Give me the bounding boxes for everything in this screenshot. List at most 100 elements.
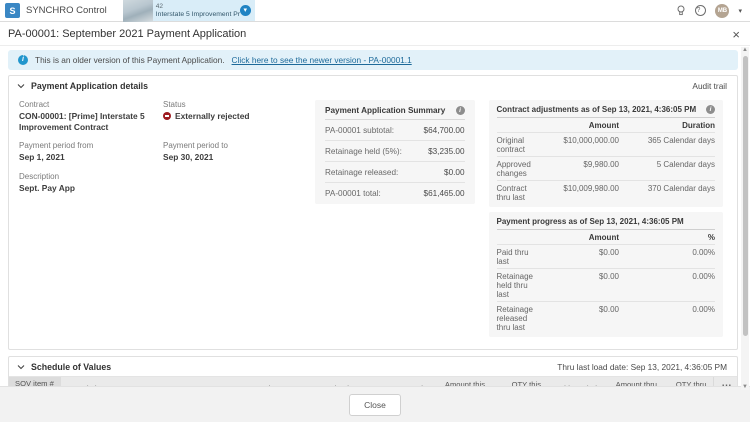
payment-application-details-section: Payment Application details Audit trail … <box>8 75 738 350</box>
page-scrollbar[interactable]: ▲ ▼ <box>741 47 749 390</box>
description-field: Description Sept. Pay App <box>19 172 161 194</box>
summary-row-value: $64,700.00 <box>424 126 465 135</box>
close-button[interactable]: Close <box>349 394 401 416</box>
progress-row-amount: $0.00 <box>533 272 619 299</box>
avatar[interactable]: MB <box>715 4 729 18</box>
adjustments-row: Approved changes $9,980.00 5 Calendar da… <box>497 156 715 180</box>
topbar-spacer <box>255 0 677 21</box>
spacer <box>497 121 533 130</box>
progress-row-amount: $0.00 <box>533 305 619 332</box>
ideas-icon[interactable] <box>676 5 686 16</box>
chevron-down-icon[interactable] <box>17 363 25 371</box>
progress-row-amount: $0.00 <box>533 248 619 266</box>
adjustments-row-label: Contract thru last <box>497 184 533 202</box>
project-text: 42 Interstate 5 Improvement Project <box>153 2 240 20</box>
progress-row-label: Retainage held thru last <box>497 272 533 299</box>
progress-row: Retainage held thru last $0.00 0.00% <box>497 268 715 301</box>
adjustments-row: Contract thru last $10,009,980.00 370 Ca… <box>497 180 715 204</box>
screen: S SYNCHRO Control 42 Interstate 5 Improv… <box>0 0 750 422</box>
contract-label: Contract <box>19 100 161 109</box>
audit-trail-link[interactable]: Audit trail <box>692 81 727 91</box>
details-section-title: Payment Application details <box>31 81 692 91</box>
footer-bar: Close <box>0 386 750 422</box>
status-value-row: Externally rejected <box>163 111 303 122</box>
project-switcher-icon[interactable]: ▾ <box>240 5 251 16</box>
summary-row-label: Retainage released: <box>325 168 398 177</box>
progress-amount-header: Amount <box>533 233 619 242</box>
details-right-column: Contract adjustments as of Sep 13, 2021,… <box>489 100 723 337</box>
adjustments-duration-header: Duration <box>619 121 715 130</box>
chevron-down-icon[interactable] <box>17 82 25 90</box>
project-tab[interactable]: 42 Interstate 5 Improvement Project ▾ <box>123 0 255 21</box>
summary-row-label: PA-00001 subtotal: <box>325 126 394 135</box>
main-content: i This is an older version of this Payme… <box>0 46 738 386</box>
period-from-label: Payment period from <box>19 141 161 150</box>
project-name: Interstate 5 Improvement Project <box>156 11 237 19</box>
account-menu-caret-icon[interactable]: ▾ <box>738 7 742 15</box>
page-title: PA-00001: September 2021 Payment Applica… <box>8 28 732 40</box>
summary-row: Retainage held (5%): $3,235.00 <box>325 141 465 162</box>
adjustments-row-duration: 370 Calendar days <box>619 184 715 202</box>
progress-row-pct: 0.00% <box>619 305 715 332</box>
progress-row-pct: 0.00% <box>619 248 715 266</box>
summary-title-row: Payment Application Summary i <box>325 106 465 120</box>
adjustments-info-icon[interactable]: i <box>706 105 715 114</box>
period-to-label: Payment period to <box>163 141 303 150</box>
adjustments-title: Contract adjustments as of Sep 13, 2021,… <box>497 105 706 114</box>
payment-application-summary-panel: Payment Application Summary i PA-00001 s… <box>315 100 475 204</box>
help-icon[interactable]: ? <box>695 5 706 16</box>
adjustments-column-headers: Amount Duration <box>497 118 715 132</box>
synchro-logo-icon: S <box>5 3 20 18</box>
progress-title: Payment progress as of Sep 13, 2021, 4:3… <box>497 217 715 226</box>
summary-rows: PA-00001 subtotal: $64,700.00 Retainage … <box>325 120 465 204</box>
summary-row: PA-00001 subtotal: $64,700.00 <box>325 120 465 141</box>
rejected-status-icon <box>163 112 171 120</box>
details-body: Contract CON-00001: [Prime] Interstate 5… <box>9 95 737 349</box>
summary-row-value: $61,465.00 <box>424 189 465 198</box>
progress-row-label: Paid thru last <box>497 248 533 266</box>
project-number: 42 <box>156 3 237 11</box>
adjustments-row-label: Approved changes <box>497 160 533 178</box>
details-fields: Contract CON-00001: [Prime] Interstate 5… <box>19 100 301 337</box>
sov-section-title: Schedule of Values <box>31 362 557 372</box>
topbar-icons: ? MB ▾ <box>676 0 750 21</box>
status-label: Status <box>163 100 303 109</box>
scrollbar-up-icon[interactable]: ▲ <box>742 47 748 53</box>
adjustments-row: Original contract $10,000,000.00 365 Cal… <box>497 132 715 156</box>
project-thumbnail <box>123 0 153 22</box>
description-label: Description <box>19 172 161 181</box>
period-to-value: Sep 30, 2021 <box>163 152 303 163</box>
adjustments-row-duration: 5 Calendar days <box>619 160 715 178</box>
app-name: SYNCHRO Control <box>26 0 123 21</box>
scrollbar-thumb[interactable] <box>743 56 748 336</box>
close-icon[interactable]: × <box>732 28 740 41</box>
adjustments-row-label: Original contract <box>497 136 533 154</box>
details-section-header: Payment Application details Audit trail <box>9 76 737 95</box>
adjustments-title-row: Contract adjustments as of Sep 13, 2021,… <box>497 105 715 118</box>
progress-row: Paid thru last $0.00 0.00% <box>497 244 715 268</box>
top-app-bar: S SYNCHRO Control 42 Interstate 5 Improv… <box>0 0 750 22</box>
status-value: Externally rejected <box>175 111 249 122</box>
adjustments-row-amount: $10,000,000.00 <box>533 136 619 154</box>
newer-version-link[interactable]: Click here to see the newer version - PA… <box>232 55 412 65</box>
progress-title-row: Payment progress as of Sep 13, 2021, 4:3… <box>497 217 715 230</box>
progress-column-headers: Amount % <box>497 230 715 244</box>
title-bar: PA-00001: September 2021 Payment Applica… <box>0 23 750 46</box>
thru-last-load-date: Thru last load date: Sep 13, 2021, 4:36:… <box>557 362 727 372</box>
summary-row: PA-00001 total: $61,465.00 <box>325 183 465 204</box>
period-to-field: Payment period to Sep 30, 2021 <box>163 141 303 163</box>
sov-section-header: Schedule of Values Thru last load date: … <box>9 357 737 376</box>
progress-row: Retainage released thru last $0.00 0.00% <box>497 301 715 334</box>
adjustments-row-amount: $10,009,980.00 <box>533 184 619 202</box>
summary-info-icon[interactable]: i <box>456 106 465 115</box>
status-field: Status Externally rejected <box>163 100 303 132</box>
adjustments-amount-header: Amount <box>533 121 619 130</box>
contract-value: CON-00001: [Prime] Interstate 5 Improvem… <box>19 111 161 132</box>
summary-row: Retainage released: $0.00 <box>325 162 465 183</box>
summary-title: Payment Application Summary <box>325 106 456 115</box>
summary-row-value: $3,235.00 <box>428 147 464 156</box>
summary-row-label: Retainage held (5%): <box>325 147 402 156</box>
scrollbar-down-icon[interactable]: ▼ <box>742 384 748 390</box>
payment-progress-panel: Payment progress as of Sep 13, 2021, 4:3… <box>489 212 723 337</box>
info-icon: i <box>18 55 28 65</box>
